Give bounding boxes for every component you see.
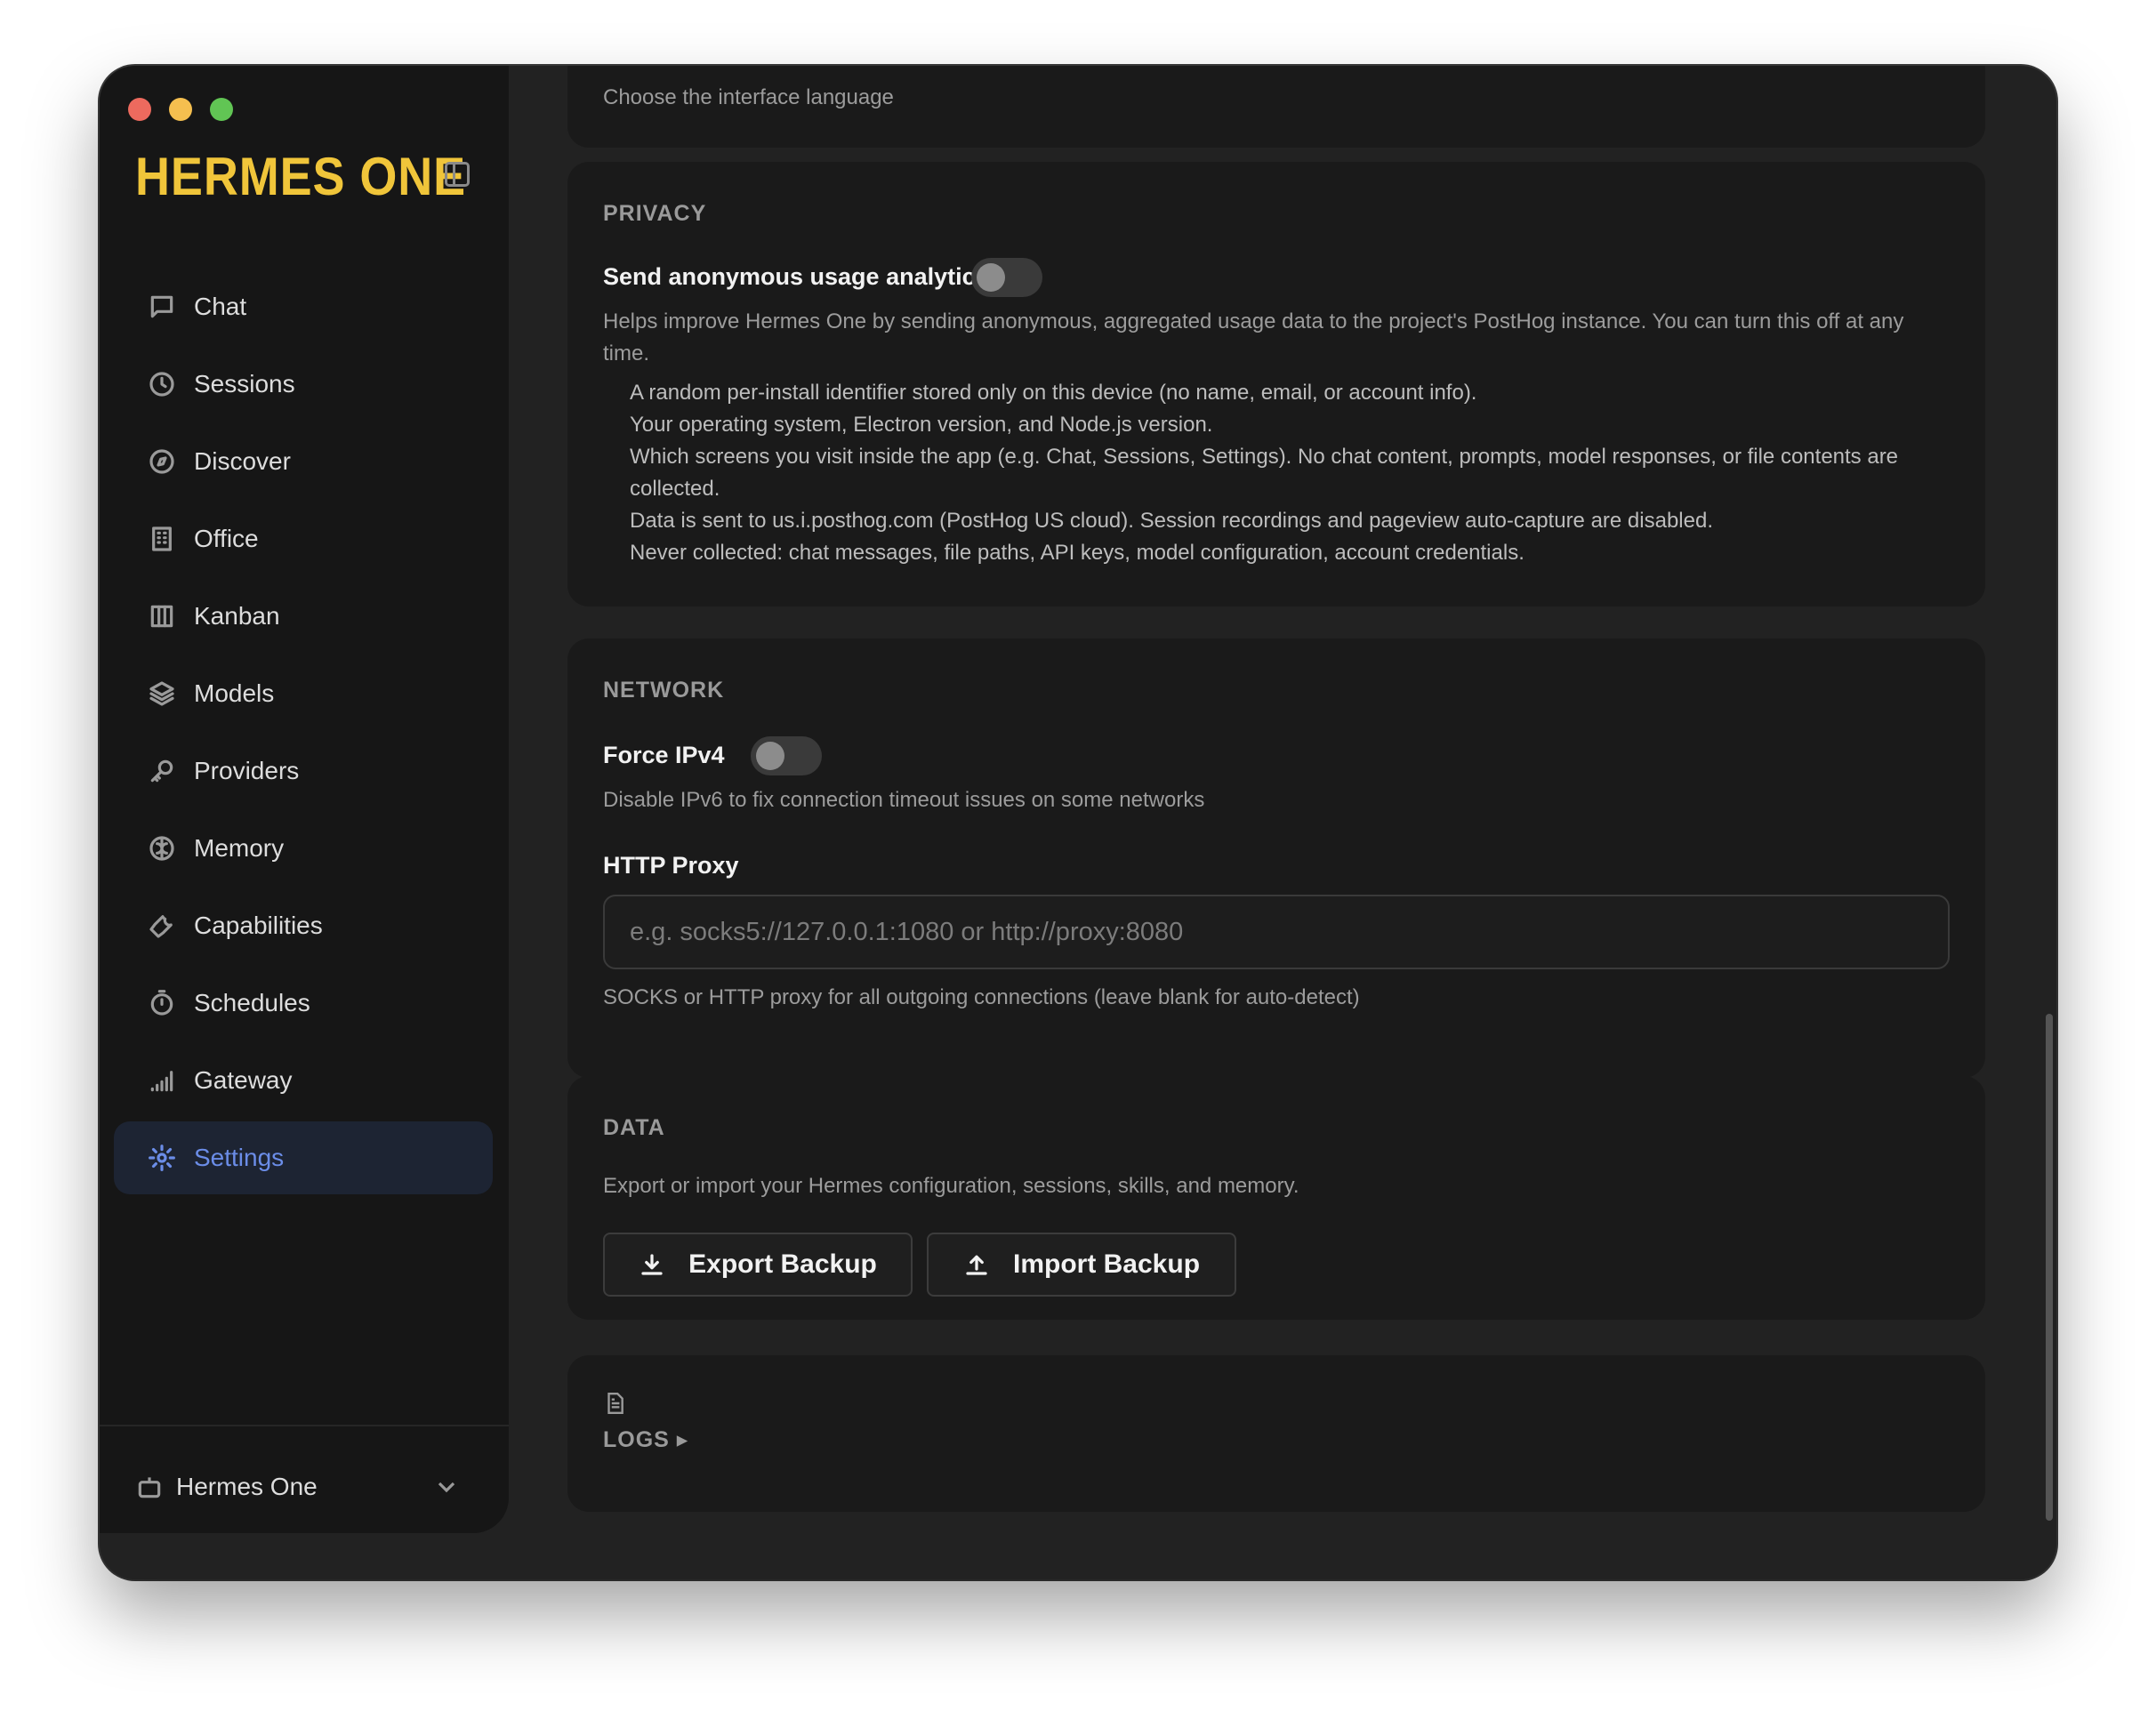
list-item: Never collected: chat messages, file pat… (630, 541, 1524, 565)
chevron-down-icon (438, 1482, 455, 1493)
file-text-icon (607, 1392, 623, 1415)
sidebar-item-gateway[interactable]: Gateway (114, 1044, 493, 1117)
analytics-description: Helps improve Hermes One by sending anon… (603, 309, 1904, 365)
sidebar-item-label: Providers (194, 757, 300, 784)
brand-logo: HERMES ONE (135, 147, 467, 206)
sidebar-item-capabilities[interactable]: Capabilities (114, 889, 493, 962)
chat-icon (148, 293, 176, 321)
sidebar: HERMES ONE Chat Sessions Discover Office (100, 66, 509, 1533)
http-proxy-description: SOCKS or HTTP proxy for all outgoing con… (603, 985, 1360, 1009)
sidebar-divider (100, 1425, 509, 1426)
profile-switcher[interactable]: Hermes One (135, 1460, 473, 1514)
settings-content: Choose the interface language PRIVACY Se… (509, 66, 2056, 1579)
brain-icon (148, 834, 176, 863)
import-backup-label: Import Backup (1012, 1249, 1201, 1279)
data-section-title: DATA (603, 1115, 665, 1140)
scrollbar[interactable] (2046, 1014, 2053, 1521)
sidebar-item-models[interactable]: Models (114, 657, 493, 730)
close-window-button[interactable] (128, 98, 151, 121)
sidebar-item-office[interactable]: Office (114, 502, 493, 575)
download-icon (641, 1254, 663, 1275)
sidebar-item-label: Schedules (194, 989, 310, 1016)
logs-section-title[interactable]: LOGS ▸ (603, 1426, 688, 1453)
privacy-section-title: PRIVACY (603, 201, 707, 226)
sidebar-item-label: Kanban (194, 602, 280, 630)
sidebar-item-discover[interactable]: Discover (114, 425, 493, 498)
upload-icon (966, 1255, 987, 1275)
analytics-details-list: A random per-install identifier stored o… (630, 377, 1964, 569)
export-backup-label: Export Backup (688, 1249, 877, 1279)
sidebar-item-label: Sessions (194, 370, 295, 398)
list-item: Your operating system, Electron version,… (630, 413, 1213, 437)
logs-card[interactable]: LOGS ▸ (567, 1355, 1985, 1512)
sidebar-item-kanban[interactable]: Kanban (114, 580, 493, 653)
sidebar-item-providers[interactable]: Providers (114, 735, 493, 807)
layers-icon (148, 679, 176, 708)
analytics-label: Send anonymous usage analytics (603, 263, 989, 290)
http-proxy-input[interactable] (603, 895, 1950, 969)
data-description: Export or import your Hermes configurati… (603, 1174, 1299, 1198)
network-card: NETWORK Force IPv4 Disable IPv6 to fix c… (567, 639, 1985, 1078)
sidebar-item-label: Settings (194, 1144, 285, 1171)
kanban-icon (148, 602, 176, 631)
force-ipv4-description: Disable IPv6 to fix connection timeout i… (603, 788, 1205, 812)
import-backup-button[interactable]: Import Backup (927, 1233, 1236, 1297)
export-backup-button[interactable]: Export Backup (603, 1233, 913, 1297)
sidebar-item-label: Models (194, 679, 275, 707)
robot-icon (138, 1477, 161, 1498)
sidebar-item-label: Chat (194, 293, 247, 320)
clock-icon (148, 370, 176, 398)
privacy-card: PRIVACY Send anonymous usage analytics H… (567, 162, 1985, 606)
language-description: Choose the interface language (603, 85, 894, 109)
force-ipv4-toggle[interactable] (751, 736, 822, 775)
sidebar-item-schedules[interactable]: Schedules (114, 967, 493, 1040)
force-ipv4-label: Force IPv4 (603, 742, 725, 768)
sidebar-item-label: Office (194, 525, 259, 552)
building-icon (148, 525, 176, 553)
sidebar-item-label: Discover (194, 447, 291, 475)
list-item: Which screens you visit inside the app (… (630, 445, 1899, 501)
sidebar-item-label: Capabilities (194, 912, 323, 939)
analytics-toggle[interactable] (971, 258, 1042, 297)
profile-name: Hermes One (176, 1473, 318, 1500)
sidebar-item-settings[interactable]: Settings (114, 1121, 493, 1194)
list-item: A random per-install identifier stored o… (630, 381, 1477, 405)
sidebar-nav: Chat Sessions Discover Office Kanban Mod… (114, 270, 493, 1199)
sidebar-collapse-icon[interactable] (445, 162, 470, 187)
signal-icon (148, 1066, 176, 1095)
gear-icon (148, 1144, 176, 1172)
timer-icon (148, 989, 176, 1017)
language-card: Choose the interface language (567, 66, 1985, 148)
sidebar-item-sessions[interactable]: Sessions (114, 348, 493, 421)
app-window: HERMES ONE Chat Sessions Discover Office (100, 66, 2056, 1579)
compass-icon (148, 447, 176, 476)
maximize-window-button[interactable] (210, 98, 233, 121)
data-card: DATA Export or import your Hermes config… (567, 1076, 1985, 1320)
minimize-window-button[interactable] (169, 98, 192, 121)
list-item: Data is sent to us.i.posthog.com (PostHo… (630, 509, 1713, 533)
http-proxy-label: HTTP Proxy (603, 852, 739, 879)
key-icon (148, 757, 176, 785)
sidebar-item-chat[interactable]: Chat (114, 270, 493, 343)
sidebar-item-label: Gateway (194, 1066, 293, 1094)
network-section-title: NETWORK (603, 678, 725, 703)
wrench-icon (148, 912, 176, 940)
sidebar-item-label: Memory (194, 834, 285, 862)
sidebar-item-memory[interactable]: Memory (114, 812, 493, 885)
